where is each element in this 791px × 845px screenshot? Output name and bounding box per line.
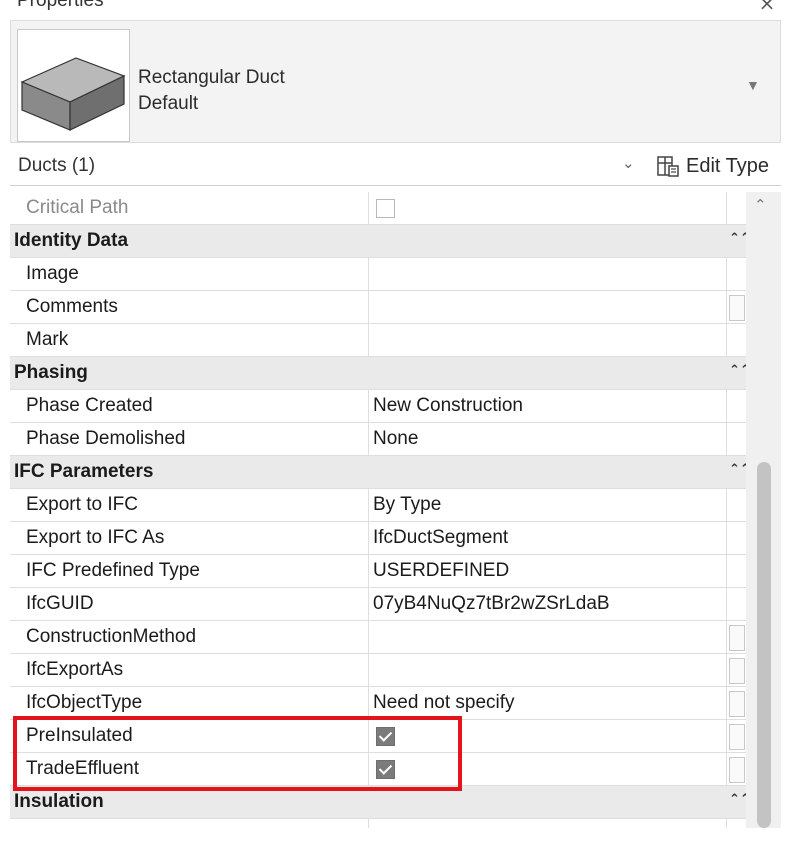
group-title: IFC Parameters [14, 461, 154, 482]
vertical-scrollbar[interactable]: ⌃ [746, 192, 781, 828]
property-label: IfcGUID [26, 593, 94, 614]
edit-value-button[interactable] [729, 295, 745, 321]
group-title: Identity Data [14, 230, 129, 251]
scroll-up-icon[interactable]: ⌃ [754, 196, 767, 214]
edit-type-button[interactable]: Edit Type [650, 149, 776, 183]
edit-value-button[interactable] [729, 691, 745, 717]
close-icon[interactable]: ⨯ [756, 0, 778, 15]
property-label: Export to IFC [26, 494, 138, 515]
instance-filter-label[interactable]: Ducts (1) [18, 155, 95, 177]
chevron-down-icon[interactable]: ▼ [746, 77, 760, 93]
edit-value-button[interactable] [729, 658, 745, 684]
property-label: Image [26, 263, 79, 284]
property-value[interactable]: 07yB4NuQz7tBr2wZSrLdaB [373, 593, 610, 615]
property-row-mark: Mark [10, 324, 746, 357]
rectangular-duct-thumbnail-icon [17, 29, 130, 142]
edit-type-icon [657, 156, 679, 177]
group-title: Phasing [14, 362, 88, 383]
edit-type-label: Edit Type [686, 154, 770, 177]
property-value[interactable]: USERDEFINED [373, 560, 509, 582]
property-row-ifc-predefined-type: IFC Predefined Type USERDEFINED [10, 555, 746, 588]
property-label: IfcExportAs [26, 659, 124, 680]
property-label: Phase Created [26, 395, 153, 416]
scrollbar-thumb[interactable] [757, 462, 771, 828]
property-label: ConstructionMethod [26, 626, 197, 647]
property-row-construction-method: ConstructionMethod [10, 621, 746, 654]
property-row-partial [10, 819, 746, 828]
properties-title-bar: Properties ⨯ [0, 0, 791, 20]
property-value[interactable]: New Construction [373, 395, 523, 417]
property-row-phase-created: Phase Created New Construction [10, 390, 746, 423]
property-label: Phase Demolished [26, 428, 186, 449]
chevron-down-icon[interactable]: ⌄ [622, 154, 635, 172]
property-value[interactable]: Need not specify [373, 692, 515, 714]
edit-value-button[interactable] [729, 625, 745, 651]
group-title: Insulation [14, 791, 104, 812]
property-row-critical-path: Critical Path [10, 192, 746, 225]
type-name: Default [138, 93, 199, 114]
group-ifc-parameters[interactable]: IFC Parameters ⌃⌃ [10, 456, 751, 489]
type-selector[interactable]: Rectangular Duct Default ▼ [10, 20, 781, 143]
property-value[interactable]: By Type [373, 494, 441, 516]
group-phasing[interactable]: Phasing ⌃⌃ [10, 357, 751, 390]
edit-value-button[interactable] [729, 724, 745, 750]
property-label: Mark [26, 329, 69, 350]
critical-path-checkbox[interactable] [376, 199, 395, 218]
family-name: Rectangular Duct [138, 67, 285, 88]
property-value[interactable]: IfcDuctSegment [373, 527, 508, 549]
property-row-export-to-ifc-as: Export to IFC As IfcDuctSegment [10, 522, 746, 555]
group-identity-data[interactable]: Identity Data ⌃⌃ [10, 225, 751, 258]
property-label: Export to IFC As [26, 527, 165, 548]
property-label: IFC Predefined Type [26, 560, 200, 581]
property-row-comments: Comments [10, 291, 746, 324]
property-row-ifc-export-as: IfcExportAs [10, 654, 746, 687]
instance-filter-bar: Ducts (1) ⌄ Edit Type [10, 146, 781, 186]
property-row-export-to-ifc: Export to IFC By Type [10, 489, 746, 522]
property-row-ifcguid: IfcGUID 07yB4NuQz7tBr2wZSrLdaB [10, 588, 746, 621]
property-row-image: Image [10, 258, 746, 291]
highlight-annotation [13, 716, 462, 791]
property-value[interactable]: None [373, 428, 418, 450]
edit-value-button[interactable] [729, 757, 745, 783]
property-row-phase-demolished: Phase Demolished None [10, 423, 746, 456]
property-label: IfcObjectType [26, 692, 143, 713]
property-label: Critical Path [26, 197, 129, 218]
panel-title: Properties [17, 0, 104, 11]
property-label: Comments [26, 296, 118, 317]
